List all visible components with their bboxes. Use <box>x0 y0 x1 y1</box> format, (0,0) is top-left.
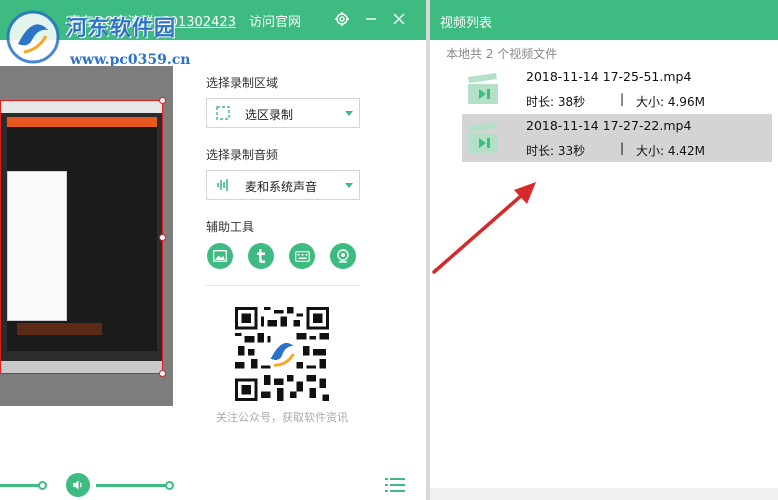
tools-label: 辅助工具 <box>206 220 255 234</box>
minimize-icon <box>366 18 376 20</box>
record-audio-label: 选择录制音频 <box>206 148 279 162</box>
list-icon[interactable] <box>385 476 405 494</box>
preview-dialog <box>7 171 67 321</box>
preview-orange-header <box>7 117 157 127</box>
meta-separator: | <box>620 92 625 106</box>
record-audio-value: 麦和系统声音 <box>245 180 318 194</box>
chevron-down-icon <box>345 111 353 116</box>
recorder-bottom-bar <box>0 470 426 500</box>
settings-button[interactable] <box>331 8 353 30</box>
qq-group-title: 嘉存QQ交流群 <box>68 15 154 30</box>
qq-group-text: 嘉存QQ交流群 601302423 <box>68 11 236 30</box>
record-area-select[interactable]: 选区录制 <box>206 98 360 128</box>
record-area-label: 选择录制区域 <box>206 76 279 90</box>
recorder-titlebar: 嘉存QQ交流群 601302423 访问官网 <box>0 0 426 40</box>
mic-slider-track[interactable] <box>0 484 40 487</box>
video-filename: 2018-11-14 17-25-51.mp4 <box>526 69 692 84</box>
qr-caption: 关注公众号，获取软件资讯 <box>216 411 348 424</box>
webcam-tool-button[interactable] <box>330 243 356 269</box>
system-volume-slider-handle[interactable] <box>165 481 174 490</box>
qq-group-link[interactable]: 601302423 <box>161 15 235 30</box>
image-icon <box>213 250 227 262</box>
volume-icon <box>73 480 82 490</box>
keyboard-tool-button[interactable] <box>289 243 315 269</box>
record-audio-select[interactable]: 麦和系统声音 <box>206 170 360 200</box>
capture-region-frame[interactable] <box>0 100 163 374</box>
close-button[interactable] <box>388 8 410 30</box>
video-size: 大小: 4.42M <box>636 144 705 158</box>
volume-button[interactable] <box>66 473 90 497</box>
dashed-square-icon <box>216 106 230 120</box>
gear-icon <box>335 12 349 26</box>
local-file-count: 本地共 2 个视频文件 <box>446 47 558 61</box>
video-duration: 时长: 33秒 <box>526 144 586 158</box>
webcam-icon <box>337 249 349 263</box>
video-list-item-selected[interactable]: 2018-11-14 17-27-22.mp4 时长: 33秒 | 大小: 4.… <box>462 114 772 162</box>
video-list-item[interactable]: 2018-11-14 17-25-51.mp4 时长: 38秒 | 大小: 4.… <box>462 65 772 113</box>
resize-handle-bottom-right[interactable] <box>159 370 166 377</box>
clapperboard-icon <box>468 73 498 104</box>
system-volume-slider-track[interactable] <box>96 484 168 487</box>
minimize-button[interactable] <box>360 8 382 30</box>
video-filename: 2018-11-14 17-27-22.mp4 <box>526 118 692 133</box>
video-list-footer <box>430 488 778 500</box>
video-size: 大小: 4.96M <box>636 95 705 109</box>
resize-handle-top-right[interactable] <box>159 97 166 104</box>
chevron-down-icon <box>345 183 353 188</box>
preview-banner <box>17 323 102 335</box>
text-tool-button[interactable] <box>248 243 274 269</box>
video-list-titlebar: 视频列表 <box>430 0 778 40</box>
text-t-icon <box>257 249 265 263</box>
image-tool-button[interactable] <box>207 243 233 269</box>
visit-website-link[interactable]: 访问官网 <box>249 11 301 30</box>
wechat-qr-code <box>235 307 329 401</box>
preview-page-content <box>7 117 157 351</box>
record-area-value: 选区录制 <box>245 108 294 122</box>
resize-handle-right[interactable] <box>159 234 166 241</box>
keyboard-icon <box>294 250 310 262</box>
preview-browser-bar <box>1 101 162 113</box>
video-list-window: 视频列表 本地共 2 个视频文件 2018-11-14 17-25-51.mp4… <box>430 0 778 500</box>
capture-preview <box>0 66 173 406</box>
clapperboard-icon <box>468 122 498 153</box>
sound-wave-icon <box>217 179 228 191</box>
recorder-window: 嘉存QQ交流群 601302423 访问官网 河东软件园 www.pc0359.… <box>0 0 426 500</box>
video-list-title: 视频列表 <box>440 16 493 31</box>
video-duration: 时长: 38秒 <box>526 95 586 109</box>
preview-taskbar <box>1 361 162 373</box>
mic-slider-handle[interactable] <box>38 481 47 490</box>
meta-separator: | <box>620 141 625 155</box>
close-icon <box>393 13 405 25</box>
section-divider <box>206 285 360 286</box>
